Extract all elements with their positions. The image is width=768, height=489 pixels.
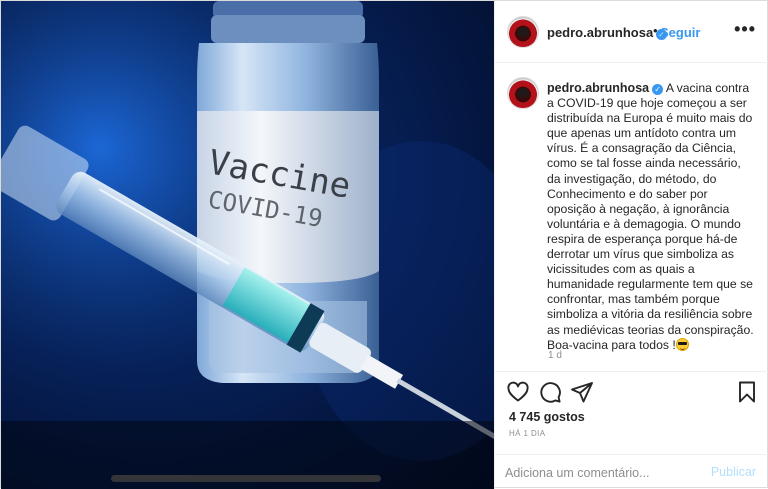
caption: pedro.abrunhosa ✓ A vacina contra a COVID…	[547, 81, 757, 353]
caption-timestamp[interactable]: 1 d	[548, 350, 562, 361]
publish-button[interactable]: Publicar	[711, 465, 756, 479]
paper-plane-icon[interactable]	[570, 380, 594, 404]
post-header: pedro.abrunhosa ✓ • Seguir •••	[495, 1, 768, 63]
instagram-post: Vaccine COVID-19 pedro.abrunhosa ✓ • Seg…	[0, 0, 768, 489]
likes-count[interactable]: 4 745 gostos	[509, 410, 585, 424]
caption-area: pedro.abrunhosa ✓ A vacina contra a COVID…	[495, 63, 768, 371]
header-username-text[interactable]: pedro.abrunhosa	[547, 25, 653, 40]
caption-avatar[interactable]	[507, 77, 539, 109]
post-side-panel: pedro.abrunhosa ✓ • Seguir ••• pedro.abru…	[494, 1, 768, 489]
header-separator: •	[653, 23, 658, 38]
caption-username[interactable]: pedro.abrunhosa ✓	[547, 81, 664, 95]
caption-username-text[interactable]: pedro.abrunhosa	[547, 81, 649, 95]
follow-button[interactable]: Seguir	[660, 25, 700, 40]
post-time-ago[interactable]: HÁ 1 DIA	[509, 429, 546, 438]
sunglasses-emoji-icon	[675, 337, 689, 351]
header-username[interactable]: pedro.abrunhosa ✓	[547, 25, 668, 40]
caption-text: A vacina contra a COVID-19 que hoje come…	[547, 81, 754, 352]
media-scrollbar[interactable]	[111, 475, 381, 482]
verified-badge-icon: ✓	[652, 84, 664, 95]
comment-bubble-icon[interactable]	[538, 380, 562, 404]
bookmark-icon[interactable]	[735, 380, 759, 404]
vaccine-photo: Vaccine COVID-19	[1, 1, 494, 489]
avatar[interactable]	[507, 16, 539, 48]
comment-input[interactable]	[505, 463, 700, 483]
heart-icon[interactable]	[506, 380, 530, 404]
post-image[interactable]: Vaccine COVID-19	[1, 1, 494, 489]
more-options-button[interactable]: •••	[734, 19, 756, 40]
comment-box: Publicar	[495, 454, 768, 489]
